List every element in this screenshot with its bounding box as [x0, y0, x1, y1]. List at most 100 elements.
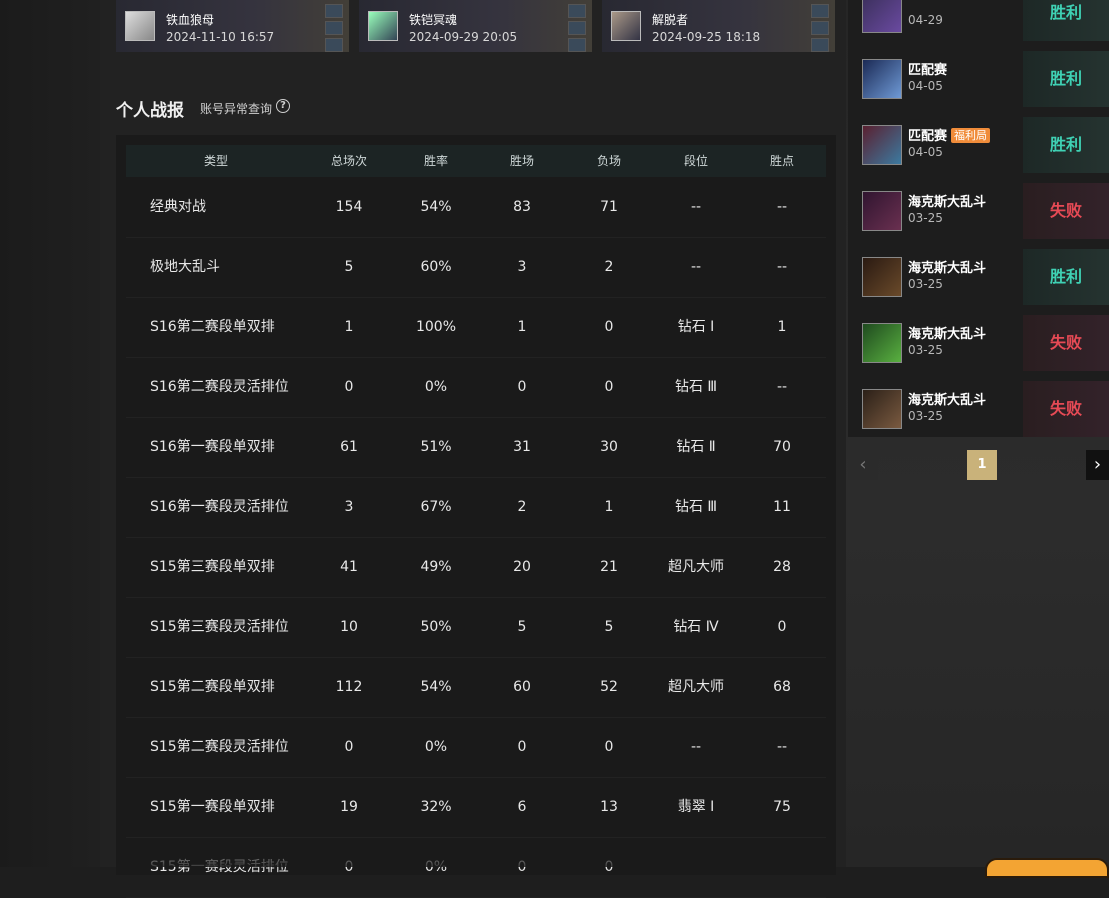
match-result: 胜利 [1023, 117, 1109, 173]
row-type: S15第一赛段单双排 [150, 799, 275, 815]
match-date: 04-05 [908, 79, 943, 93]
row-total: 0 [344, 739, 354, 755]
row-wins: 1 [517, 319, 527, 335]
row-losses: 13 [600, 799, 618, 815]
header-wins: 胜场 [509, 154, 535, 168]
match-result: 失败 [1023, 183, 1109, 239]
row-lp: -- [776, 379, 788, 395]
table-row: S16第一赛段单双排 61 51% 31 30 钻石 Ⅱ 70 [126, 417, 826, 478]
row-wins: 20 [513, 559, 531, 575]
row-wins: 31 [513, 439, 531, 455]
table-row: S15第二赛段灵活排位 0 0% 0 0 -- -- [126, 717, 826, 778]
match-result: 胜利 [1023, 51, 1109, 107]
row-wins: 6 [517, 799, 527, 815]
table-row: S15第一赛段单双排 19 32% 6 13 翡翠 Ⅰ 75 [126, 777, 826, 838]
row-rank: 钻石 Ⅳ [673, 619, 719, 635]
match-mode: 海克斯大乱斗 [908, 191, 986, 210]
row-type: S16第二赛段单双排 [150, 319, 275, 335]
item-thumbnails [325, 4, 343, 52]
match-mode: 匹配赛 [908, 59, 947, 78]
item-thumbnails [568, 4, 586, 52]
header-type: 类型 [203, 154, 229, 168]
account-check-link[interactable]: 账号异常查询 [200, 100, 272, 117]
row-lp: 1 [777, 319, 787, 335]
champion-avatar [611, 11, 641, 41]
match-item[interactable]: 匹配赛 04-05 胜利 [848, 46, 1109, 112]
row-losses: 0 [604, 859, 614, 875]
row-rank: -- [690, 199, 702, 215]
page-number-button[interactable]: 1 [967, 450, 997, 480]
row-lp: 11 [773, 499, 791, 515]
champion-avatar [368, 11, 398, 41]
table-row: S16第二赛段灵活排位 0 0% 0 0 钻石 Ⅲ -- [126, 357, 826, 418]
table-row: 极地大乱斗 5 60% 3 2 -- -- [126, 237, 826, 298]
row-type: S16第一赛段灵活排位 [150, 499, 289, 515]
video-card[interactable]: 铁铠冥魂 2024-09-29 20:05 [359, 0, 592, 52]
table-row: S16第二赛段单双排 1 100% 1 0 钻石 Ⅰ 1 [126, 297, 826, 358]
row-total: 10 [340, 619, 358, 635]
row-total: 5 [344, 259, 354, 275]
row-wins: 2 [517, 499, 527, 515]
row-total: 0 [344, 379, 354, 395]
row-winrate: 67% [420, 499, 452, 515]
row-type: 极地大乱斗 [150, 259, 220, 275]
match-date: 03-25 [908, 409, 943, 423]
champion-avatar [862, 191, 902, 231]
next-page-button[interactable]: › [1086, 450, 1109, 480]
row-total: 1 [344, 319, 354, 335]
row-winrate: 0% [424, 859, 448, 875]
champion-avatar [862, 323, 902, 363]
row-rank: 钻石 Ⅲ [674, 379, 718, 395]
row-total: 3 [344, 499, 354, 515]
row-rank: 钻石 Ⅱ [676, 439, 716, 455]
row-wins: 3 [517, 259, 527, 275]
match-item[interactable]: 海克斯大乱斗 03-25 失败 [848, 310, 1109, 376]
header-rank: 段位 [683, 154, 709, 168]
row-rank: 钻石 Ⅲ [674, 499, 718, 515]
help-icon[interactable]: ? [276, 99, 290, 113]
row-lp: 0 [777, 619, 787, 635]
match-item[interactable]: 海克斯大乱斗 03-25 失败 [848, 376, 1109, 442]
row-total: 112 [335, 679, 363, 695]
row-losses: 71 [600, 199, 618, 215]
match-item[interactable]: 04-29 胜利 [848, 0, 1109, 46]
champion-avatar [862, 125, 902, 165]
row-losses: 0 [604, 379, 614, 395]
row-total: 19 [340, 799, 358, 815]
row-losses: 0 [604, 739, 614, 755]
table-row: S15第一赛段灵活排位 0 0% 0 0 [126, 837, 826, 898]
row-losses: 0 [604, 319, 614, 335]
table-header: 类型 总场次 胜率 胜场 负场 段位 胜点 [126, 145, 826, 177]
prev-page-button[interactable]: ‹ [848, 450, 878, 480]
row-type: S16第一赛段单双排 [150, 439, 275, 455]
match-item[interactable]: 海克斯大乱斗 03-25 失败 [848, 178, 1109, 244]
table-row: S16第一赛段灵活排位 3 67% 2 1 钻石 Ⅲ 11 [126, 477, 826, 538]
video-card-title: 铁铠冥魂 [409, 13, 458, 27]
match-mode-label: 海克斯大乱斗 [908, 327, 987, 342]
row-winrate: 51% [420, 439, 452, 455]
video-card-time: 2024-09-25 18:18 [652, 30, 761, 44]
row-type: S15第三赛段灵活排位 [150, 619, 289, 635]
row-losses: 21 [600, 559, 618, 575]
row-lp: 68 [773, 679, 791, 695]
header-lp: 胜点 [769, 154, 795, 168]
match-item[interactable]: 海克斯大乱斗 03-25 胜利 [848, 244, 1109, 310]
row-rank: 超凡大师 [668, 559, 724, 575]
champion-avatar [862, 59, 902, 99]
row-rank: 钻石 Ⅰ [677, 319, 715, 335]
match-date: 03-25 [908, 277, 943, 291]
row-winrate: 0% [424, 739, 448, 755]
video-card-time: 2024-11-10 16:57 [166, 30, 275, 44]
video-card-title: 铁血狼母 [166, 13, 215, 27]
match-mode-label: 匹配赛 [908, 129, 948, 144]
row-lp: 70 [773, 439, 791, 455]
row-rank: 超凡大师 [668, 679, 724, 695]
video-card[interactable]: 解脱者 2024-09-25 18:18 [602, 0, 835, 52]
match-mode-label: 海克斯大乱斗 [908, 261, 987, 276]
champion-avatar [862, 0, 902, 33]
match-mode: 海克斯大乱斗 [908, 323, 986, 342]
floating-button[interactable] [985, 858, 1109, 878]
match-item[interactable]: 匹配赛 福利局 04-05 胜利 [848, 112, 1109, 178]
video-card[interactable]: 铁血狼母 2024-11-10 16:57 [116, 0, 349, 52]
table-row: S15第二赛段单双排 112 54% 60 52 超凡大师 68 [126, 657, 826, 718]
